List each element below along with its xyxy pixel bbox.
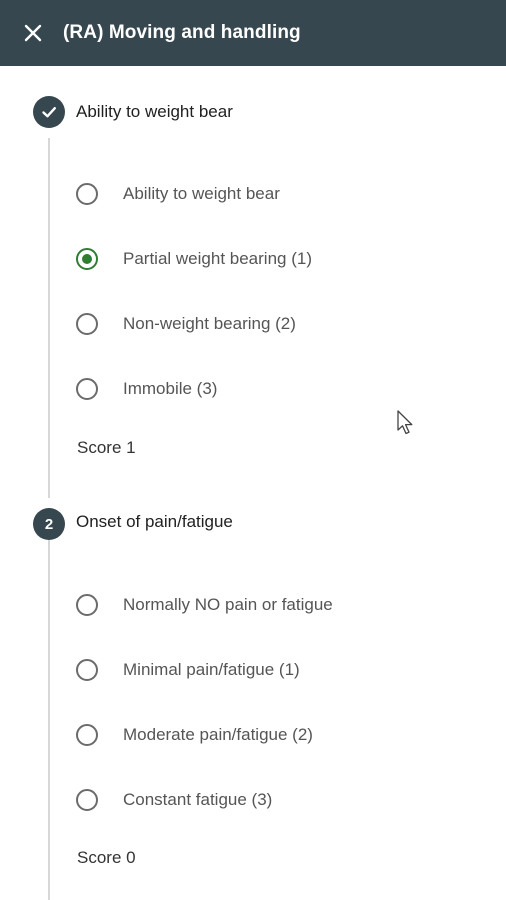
close-button[interactable] [17,17,49,49]
step-1-connector [48,138,50,498]
option-label: Partial weight bearing (1) [123,249,312,268]
radio-unchecked[interactable] [76,313,98,335]
step-2-number-marker: 2 [33,508,65,540]
option-immobile[interactable]: Immobile (3) [76,373,217,405]
option-non-weight-bearing[interactable]: Non-weight bearing (2) [76,308,296,340]
radio-checked[interactable] [76,248,98,270]
option-minimal-pain[interactable]: Minimal pain/fatigue (1) [76,654,300,686]
option-label: Immobile (3) [123,379,218,398]
check-icon [42,107,56,118]
option-ability-to-weight-bear[interactable]: Ability to weight bear [76,178,280,210]
step-2-title: Onset of pain/fatigue [76,512,233,531]
option-label: Non-weight bearing (2) [123,314,296,333]
radio-unchecked[interactable] [76,659,98,681]
mouse-cursor-icon [397,410,413,435]
radio-unchecked[interactable] [76,183,98,205]
radio-unchecked[interactable] [76,594,98,616]
option-label: Minimal pain/fatigue (1) [123,660,300,679]
radio-unchecked[interactable] [76,378,98,400]
app-header: (RA) Moving and handling [0,0,506,66]
close-icon [24,24,42,42]
option-normally-no-pain[interactable]: Normally NO pain or fatigue [76,589,333,621]
step-2-connector [48,540,50,900]
option-label: Moderate pain/fatigue (2) [123,725,313,744]
page-title: (RA) Moving and handling [63,22,301,43]
radio-unchecked[interactable] [76,789,98,811]
option-label: Constant fatigue (3) [123,790,273,809]
option-partial-weight-bearing[interactable]: Partial weight bearing (1) [76,243,312,275]
step-2-score: Score 0 [77,848,136,867]
option-constant-fatigue[interactable]: Constant fatigue (3) [76,784,272,816]
option-label: Normally NO pain or fatigue [123,595,333,614]
option-moderate-pain[interactable]: Moderate pain/fatigue (2) [76,719,313,751]
step-1-complete-marker [33,96,65,128]
step-1-score: Score 1 [77,438,136,457]
step-1-title: Ability to weight bear [76,102,233,121]
radio-unchecked[interactable] [76,724,98,746]
option-label: Ability to weight bear [123,184,280,203]
